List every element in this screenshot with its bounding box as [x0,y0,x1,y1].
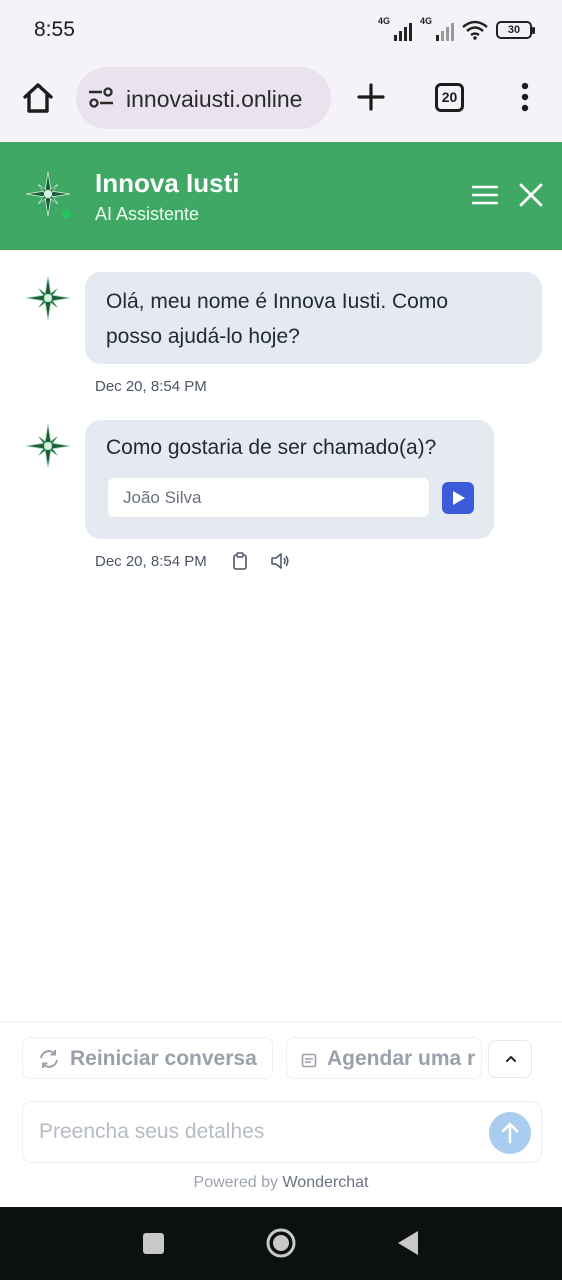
send-arrow-icon [453,491,465,505]
bot-subtitle: AI Assistente [95,204,200,224]
status-bar: 8:55 4G 4G 30 [0,0,562,62]
restart-label: Reiniciar conversa [70,1047,257,1070]
battery-icon: 30 [496,21,535,39]
signal-icon: 4G [378,16,412,41]
bot-message-bubble: Olá, meu nome é Innova Iusti. Como posso… [85,272,542,364]
url-text[interactable]: innovaiusti.online [126,86,302,113]
bot-message-bubble: Como gostaria de ser chamado(a)? [85,420,494,539]
more-menu-icon[interactable] [520,82,530,112]
back-icon[interactable] [396,1229,420,1257]
address-bar[interactable]: innovaiusti.online [76,67,331,129]
recents-icon[interactable] [143,1233,164,1254]
submit-name-button[interactable] [442,482,474,514]
collapse-actions-button[interactable] [488,1040,532,1078]
wifi-icon [462,20,488,40]
message-timestamp: Dec 20, 8:54 PM [95,378,207,395]
message-text: Como gostaria de ser chamado(a)? [106,436,437,459]
signal-icon: 4G [420,16,454,41]
copy-icon[interactable] [232,552,248,570]
home-icon[interactable] [20,80,56,116]
refresh-icon [40,1050,58,1068]
online-status-dot [60,208,73,221]
bot-avatar [25,423,71,469]
powered-by: Powered by Wonderchat [0,1174,562,1192]
name-input[interactable] [108,478,429,517]
message-timestamp: Dec 20, 8:54 PM [95,553,207,570]
message-text: Olá, meu nome é Innova Iusti. Como [106,290,448,313]
restart-conversation-button[interactable]: Reiniciar conversa [22,1037,273,1079]
message-text: posso ajudá-lo hoje? [106,325,300,348]
home-icon[interactable] [265,1227,297,1259]
site-settings-icon[interactable] [88,87,114,109]
schedule-label: Agendar uma r [327,1047,476,1070]
arrow-up-icon [501,1122,519,1144]
status-icons: 4G 4G 30 [378,16,535,42]
bot-avatar [25,275,71,321]
send-button[interactable] [489,1112,531,1154]
signal-label: 4G [420,16,433,26]
composer [22,1101,542,1163]
speaker-icon[interactable] [270,552,290,570]
powered-prefix: Powered by [193,1174,279,1191]
clock: 8:55 [34,18,75,41]
tab-switcher[interactable]: 20 [435,83,464,112]
chevron-up-icon [506,1056,516,1062]
system-nav-bar [0,1207,562,1280]
calendar-icon [301,1053,317,1068]
new-tab-icon[interactable] [356,82,386,112]
chat-header: Innova Iusti AI Assistente [0,142,562,250]
divider [0,1021,562,1022]
close-icon[interactable] [518,182,544,208]
signal-label: 4G [378,16,391,26]
bot-name: Innova Iusti [95,168,240,198]
browser-toolbar: innovaiusti.online 20 [0,62,562,142]
powered-brand-link[interactable]: Wonderchat [282,1174,368,1191]
message-input[interactable] [23,1102,473,1162]
schedule-button[interactable]: Agendar uma r [286,1037,482,1079]
menu-icon[interactable] [472,184,498,206]
name-input-field[interactable] [107,477,430,518]
